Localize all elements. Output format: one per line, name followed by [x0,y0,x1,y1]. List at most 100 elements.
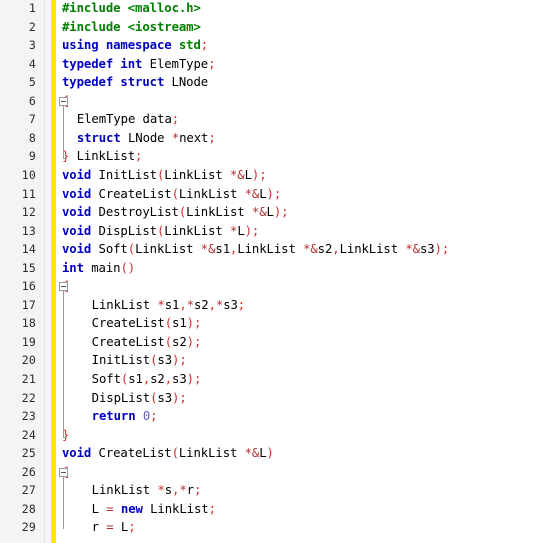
code-text[interactable]: typedef struct LNode [62,73,208,92]
code-line[interactable]: 18 CreateList(s1); [0,314,544,333]
code-line[interactable]: 5 typedef struct LNode [0,73,544,92]
code-text[interactable]: void CreateList(LinkList *&L); [62,185,281,204]
code-line[interactable]: 19 CreateList(s2); [0,333,544,352]
line-number: 16 [21,279,36,294]
fold-toggle-icon[interactable] [59,282,68,292]
code-text[interactable]: L = new LinkList; [92,500,216,519]
code-line[interactable]: 28 L = new LinkList; [0,500,544,519]
token-id: s3 [157,390,173,405]
token-id: L [259,446,267,461]
token-op: = [106,501,114,516]
code-line[interactable]: 17 LinkList *s1,*s2,*s3; [0,296,544,315]
token-kw: void [62,186,92,201]
code-line[interactable]: 6{ [0,92,544,111]
code-line[interactable]: 16{ [0,277,544,296]
line-number: 25 [21,446,36,461]
code-line[interactable]: 9} LinkList; [0,147,544,166]
code-text[interactable]: CreateList(s1); [92,314,202,333]
code-line[interactable]: 4 typedef int ElemType; [0,55,544,74]
code-text[interactable]: ElemType data; [77,110,179,129]
code-line[interactable]: 25 void CreateList(LinkList *&L) [0,444,544,463]
token-pun: ); [266,186,282,201]
code-text[interactable]: #include <malloc.h> [62,0,201,18]
code-text[interactable]: void InitList(LinkList *&L); [62,166,267,185]
code-line[interactable]: 8 struct LNode *next; [0,129,544,148]
token-pun: ; [135,149,143,164]
token-id: LinkList [164,223,230,238]
code-line[interactable]: 2 #include <iostream> [0,18,544,37]
token-id: s2 [150,372,165,386]
fold-toggle-icon[interactable] [59,467,68,477]
code-text[interactable]: struct LNode *next; [77,129,216,148]
code-line[interactable]: 15 int main() [0,259,544,278]
fold-toggle-icon[interactable] [59,96,68,106]
code-line[interactable]: 23 return 0; [0,407,544,426]
token-kw: struct [76,130,121,145]
token-pun: ); [251,167,267,182]
token-id: LinkList [69,149,136,164]
code-text[interactable]: void CreateList(LinkList *&L) [62,444,274,463]
code-line[interactable]: 26{ [0,463,544,482]
token-pun: ; [128,520,136,535]
token-op: *& [405,242,420,257]
code-text[interactable]: r = L; [92,518,136,537]
token-kw: using namespace [62,38,172,53]
token-pun: ; [193,483,202,498]
code-text[interactable]: void DestroyList(LinkList *&L); [62,203,289,222]
code-text[interactable]: return 0; [92,407,158,426]
token-id [136,409,143,423]
token-id: s2 [193,297,209,312]
token-kw: new [120,501,143,516]
token-pun: , [164,372,173,386]
line-number: 18 [21,316,36,331]
code-text[interactable]: InitList(s3); [92,351,187,370]
token-id: r [91,520,107,535]
token-id: L [259,186,267,201]
code-line[interactable]: 14 void Soft(LinkList *&s1,LinkList *&s2,… [0,240,544,259]
code-text[interactable]: DispList(s3); [92,389,187,408]
code-line[interactable]: 13 void DispList(LinkList *L); [0,222,544,241]
code-line[interactable]: 12 void DestroyList(LinkList *&L); [0,203,544,222]
token-pun: ( [164,316,173,331]
token-str: <malloc.h> [127,1,201,15]
code-text[interactable]: LinkList *s,*r; [92,481,202,500]
code-text[interactable]: Soft(s1,s2,s3); [92,370,202,389]
code-line[interactable]: 29 r = L; [0,518,544,537]
code-line[interactable]: 10 void InitList(LinkList *&L); [0,166,544,185]
token-id: LNode [164,75,209,90]
code-line[interactable]: 27 LinkList *s,*r; [0,481,544,500]
token-id: CreateList [91,186,172,201]
code-text[interactable]: typedef int ElemType; [62,55,215,74]
code-line[interactable]: 20 InitList(s3); [0,351,544,370]
code-text[interactable]: void Soft(LinkList *&s1,LinkList *&s2,Li… [62,240,449,259]
token-op: * [171,130,180,145]
token-id: s [164,483,173,498]
line-number: 4 [28,56,36,71]
code-line[interactable]: 22 DispList(s3); [0,389,544,408]
code-editor[interactable]: 1 #include <malloc.h> 2 #include <iostream>… [0,0,544,543]
code-line[interactable]: 7 ElemType data; [0,110,544,129]
token-id: L [266,205,274,220]
code-line[interactable]: 1 #include <malloc.h> [0,0,544,18]
token-id: s2 [172,334,187,349]
token-pun: ; [171,112,180,127]
code-text[interactable]: CreateList(s2); [92,333,202,352]
code-text[interactable]: int main() [62,259,135,278]
code-line[interactable]: 21 Soft(s1,s2,s3); [0,370,544,389]
token-id: InitList [91,167,158,182]
code-text[interactable]: #include <iostream> [62,18,201,37]
code-text[interactable]: } LinkList; [62,147,142,166]
code-text[interactable]: using namespace std; [62,36,208,55]
token-id: LinkList [339,242,406,257]
code-line[interactable]: 11 void CreateList(LinkList *&L); [0,185,544,204]
line-number: 3 [28,38,36,53]
code-text[interactable]: void DispList(LinkList *L); [62,222,259,241]
token-id: s2 [317,242,333,257]
token-op: *& [230,167,245,182]
token-pun: ; [237,297,246,312]
token-id: L [244,167,252,182]
code-text[interactable]: LinkList *s1,*s2,*s3; [92,296,246,315]
code-line[interactable]: 24} [0,426,544,445]
token-op: = [106,520,114,535]
code-line[interactable]: 3 using namespace std; [0,36,544,55]
